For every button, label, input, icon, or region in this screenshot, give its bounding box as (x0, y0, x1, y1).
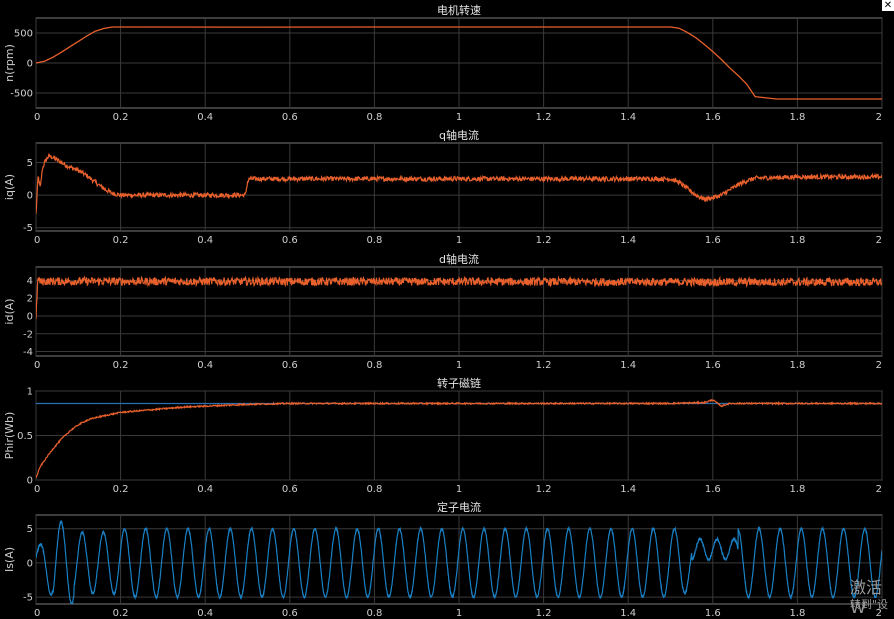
y-tick-label: 5 (27, 158, 33, 169)
y-axis-label: id(A) (3, 298, 16, 324)
chart-title: 定子电流 (437, 500, 481, 514)
x-tick-label: 0.4 (197, 112, 213, 123)
x-tick-label: 0.2 (113, 360, 129, 371)
x-tick-label: 1.4 (620, 360, 636, 371)
y-axis-label: Phir(Wb) (3, 412, 16, 460)
x-tick-label: 1.8 (789, 608, 805, 619)
y-tick-label: 500 (14, 29, 33, 40)
x-tick-label: 0.8 (366, 235, 382, 246)
x-tick-label: 0.4 (197, 235, 213, 246)
y-axis-label: iq(A) (3, 174, 16, 200)
x-tick-label: 1.8 (789, 360, 805, 371)
x-tick-label: 0 (34, 360, 40, 371)
y-axis-label: n(rpm) (3, 44, 16, 82)
chart-title: 转子磁链 (437, 376, 481, 390)
x-tick-label: 0.8 (366, 484, 382, 495)
y-tick-label: 4 (27, 276, 33, 287)
x-tick-label: 0 (34, 235, 40, 246)
x-tick-label: 1.6 (705, 484, 721, 495)
x-tick-label: 1.6 (705, 112, 721, 123)
x-tick-label: 1.4 (620, 484, 636, 495)
watermark-line2: 转到"设 (850, 598, 889, 611)
y-axis-label: Is(A) (3, 547, 16, 572)
x-tick-label: 2 (876, 235, 882, 246)
x-tick-label: 1.4 (620, 112, 636, 123)
x-tick-label: 0.6 (282, 112, 298, 123)
y-tick-label: 0 (27, 191, 33, 202)
x-tick-label: 0.6 (282, 360, 298, 371)
x-tick-label: 2 (876, 484, 882, 495)
x-tick-label: 1.6 (705, 608, 721, 619)
x-tick-label: 1.6 (705, 360, 721, 371)
x-tick-label: 1.4 (620, 608, 636, 619)
chart-title: 电机转速 (437, 3, 481, 17)
chart-panel-2: 0 0.2 0.4 0.6 0.8 1 1.2 1.4 1.6 1.8 250-5q轴电流iq(A) (3, 128, 883, 246)
y-tick-label: 0 (27, 558, 33, 569)
x-tick-label: 1.4 (620, 235, 636, 246)
x-tick-label: 0.8 (366, 608, 382, 619)
y-tick-label: -500 (10, 89, 33, 100)
x-tick-label: 1.2 (536, 112, 552, 123)
x-tick-label: 1 (456, 235, 462, 246)
y-tick-label: -5 (23, 223, 33, 234)
x-tick-label: 1.2 (536, 360, 552, 371)
x-tick-label: 0.4 (197, 608, 213, 619)
x-tick-label: 2 (876, 360, 882, 371)
x-tick-label: 1.2 (536, 608, 552, 619)
x-tick-label: 1.6 (705, 235, 721, 246)
x-tick-label: 1.8 (789, 484, 805, 495)
y-tick-label: 0.5 (17, 431, 33, 442)
chart-panel-5: 0 0.2 0.4 0.6 0.8 1 1.2 1.4 1.6 1.8 250-5定子电流Is(A) (3, 500, 883, 619)
x-tick-label: 0.4 (197, 360, 213, 371)
x-tick-label: 0 (34, 112, 40, 123)
x-tick-label: 1 (456, 608, 462, 619)
x-tick-label: 0.4 (197, 484, 213, 495)
figure: 0 0.2 0.4 0.6 0.8 1 1.2 1.4 1.6 1.8 25000-500电机转速n… (3, 3, 883, 619)
y-tick-label: 0 (27, 311, 33, 322)
x-tick-label: 1.2 (536, 484, 552, 495)
x-tick-label: 0.6 (282, 484, 298, 495)
y-tick-label: 0 (27, 59, 33, 70)
x-tick-label: 1 (456, 112, 462, 123)
x-tick-label: 0.6 (282, 608, 298, 619)
x-tick-label: 0.2 (113, 235, 129, 246)
x-tick-label: 0.6 (282, 235, 298, 246)
chart-title: d轴电流 (439, 252, 479, 266)
y-tick-label: 1 (27, 387, 33, 398)
chart-panel-3: 0 0.2 0.4 0.6 0.8 1 1.2 1.4 1.6 1.8 2 4 2 0 -2 -4 d轴电流 id… (3, 252, 883, 371)
x-tick-label: 1 (456, 360, 462, 371)
x-tick-label: 1 (456, 484, 462, 495)
x-tick-label: 1.8 (789, 112, 805, 123)
chart-title: q轴电流 (439, 128, 479, 142)
x-tick-label: 0.2 (113, 608, 129, 619)
chart-panel-4: 0 0.2 0.4 0.6 0.8 1 1.2 1.4 1.6 1.8 2 1 0.5 0 转子磁链 Phir… (3, 376, 883, 495)
y-tick-label: -4 (23, 347, 33, 358)
x-tick-label: 2 (876, 112, 882, 123)
y-tick-label: 2 (27, 294, 33, 305)
x-tick-label: 1.8 (789, 235, 805, 246)
x-tick-label: 0.2 (113, 484, 129, 495)
y-tick-label: -5 (23, 593, 33, 604)
x-tick-label: 0.8 (366, 112, 382, 123)
close-icon[interactable]: ✕ (882, 0, 894, 11)
x-tick-label: 1.2 (536, 235, 552, 246)
y-tick-label: 0 (27, 476, 33, 487)
chart-panel-1: 0 0.2 0.4 0.6 0.8 1 1.2 1.4 1.6 1.8 2 500 0 -500 电机转速 n… (3, 3, 883, 123)
x-tick-label: 0.8 (366, 360, 382, 371)
y-tick-label: -2 (23, 329, 33, 340)
x-tick-label: 0.2 (113, 112, 129, 123)
x-tick-label: 0 (34, 608, 40, 619)
x-tick-label: 0 (34, 484, 40, 495)
y-tick-label: 5 (27, 524, 33, 535)
